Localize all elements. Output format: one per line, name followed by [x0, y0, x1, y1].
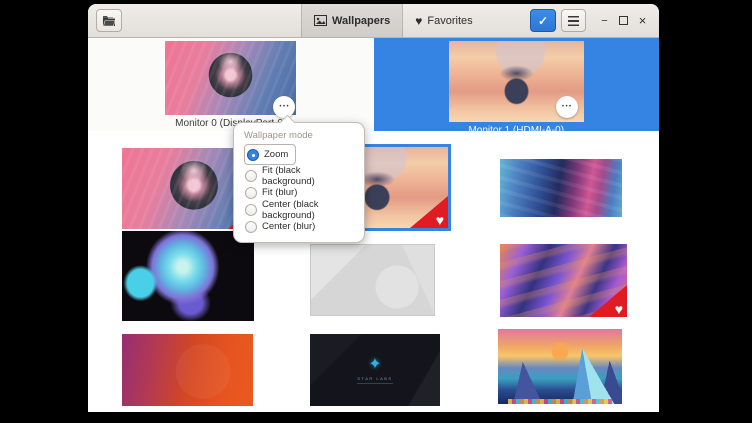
hamburger-icon — [568, 16, 579, 26]
wallpaper-thumbnail-gray-abstract[interactable] — [310, 244, 435, 316]
headerbar: Wallpapers ♥ Favorites ✓ − × — [88, 4, 659, 38]
monitor-1-more-button[interactable]: ••• — [556, 96, 578, 118]
wallpaper-thumbnail-mountains[interactable] — [498, 329, 622, 404]
wallpaper-thumbnail-star-labs[interactable]: ✦ STAR LABS — [310, 334, 440, 406]
monitor-0-preview: ••• — [165, 41, 296, 115]
radio-center-blur-label: Center (blur) — [262, 221, 315, 232]
close-icon: × — [639, 13, 647, 28]
wallpaper-mode-popover: Wallpaper mode Zoom Fit (black backgroun… — [233, 122, 365, 243]
maximize-button[interactable] — [616, 9, 631, 32]
monitor-0-cell[interactable]: ••• Monitor 0 (DisplayPort-0) — [88, 38, 374, 131]
heart-icon: ♥ — [436, 213, 444, 227]
popover-title: Wallpaper mode — [244, 130, 355, 141]
favorite-badge: ♥ — [589, 285, 627, 317]
maximize-icon — [619, 16, 628, 25]
radio-fit-blur-label: Fit (blur) — [262, 187, 297, 198]
favorite-badge: ♥ — [410, 196, 448, 228]
monitor-0-more-button[interactable]: ••• — [273, 96, 295, 118]
radio-center-black[interactable]: Center (black background) — [245, 201, 355, 218]
star-icon: ✦ — [368, 357, 381, 373]
view-switcher: Wallpapers ♥ Favorites — [301, 4, 485, 37]
radio-zoom-label: Zoom — [264, 149, 288, 160]
radio-selected-icon — [247, 149, 259, 161]
radio-fit-black[interactable]: Fit (black background) — [245, 167, 355, 184]
radio-icon — [245, 221, 257, 233]
radio-center-black-label: Center (black background) — [262, 199, 355, 221]
minimize-icon: − — [601, 15, 607, 27]
radio-center-blur[interactable]: Center (blur) — [245, 218, 355, 235]
wallpaper-grid: ♥ ♥ ♥ ✦ STAR LABS — [88, 131, 659, 412]
radio-zoom[interactable]: Zoom — [244, 144, 296, 165]
apply-button[interactable]: ✓ — [530, 9, 556, 32]
monitor-strip: ••• Monitor 0 (DisplayPort-0) ••• Monito… — [88, 38, 659, 131]
open-folder-button[interactable] — [96, 9, 122, 32]
monitor-1-cell[interactable]: ••• Monitor 1 (HDMI-A-0) — [374, 38, 660, 131]
headerbar-actions: ✓ − × — [530, 4, 650, 37]
tab-favorites-label: Favorites — [427, 15, 472, 27]
wallpaper-thumbnail-silk-waves[interactable]: ♥ — [500, 244, 627, 317]
monitor-1-preview: ••• — [449, 41, 584, 122]
wallpaper-thumbnail-ink[interactable] — [122, 231, 254, 321]
radio-icon — [245, 204, 257, 216]
radio-fit-black-label: Fit (black background) — [262, 165, 355, 187]
checkmark-icon: ✓ — [538, 14, 548, 28]
app-window: Wallpapers ♥ Favorites ✓ − × — [88, 4, 659, 412]
minimize-button[interactable]: − — [597, 9, 612, 32]
tab-wallpapers[interactable]: Wallpapers — [301, 4, 403, 37]
wallpaper-thumbnail-orange-gradient[interactable] — [122, 334, 253, 406]
radio-icon — [245, 170, 257, 182]
wallpaper-thumbnail-painted-clouds[interactable] — [500, 159, 622, 217]
close-button[interactable]: × — [635, 9, 650, 32]
radio-icon — [245, 187, 257, 199]
tab-favorites[interactable]: ♥ Favorites — [403, 4, 484, 37]
more-dots-icon: ••• — [562, 104, 573, 110]
heart-icon: ♥ — [415, 15, 422, 27]
star-labs-caption: STAR LABS — [357, 376, 392, 384]
more-dots-icon: ••• — [279, 104, 290, 110]
heart-icon: ♥ — [615, 302, 623, 316]
tab-wallpapers-label: Wallpapers — [332, 15, 390, 27]
folder-open-icon — [102, 15, 116, 27]
menu-button[interactable] — [561, 9, 586, 32]
image-icon — [314, 15, 327, 26]
